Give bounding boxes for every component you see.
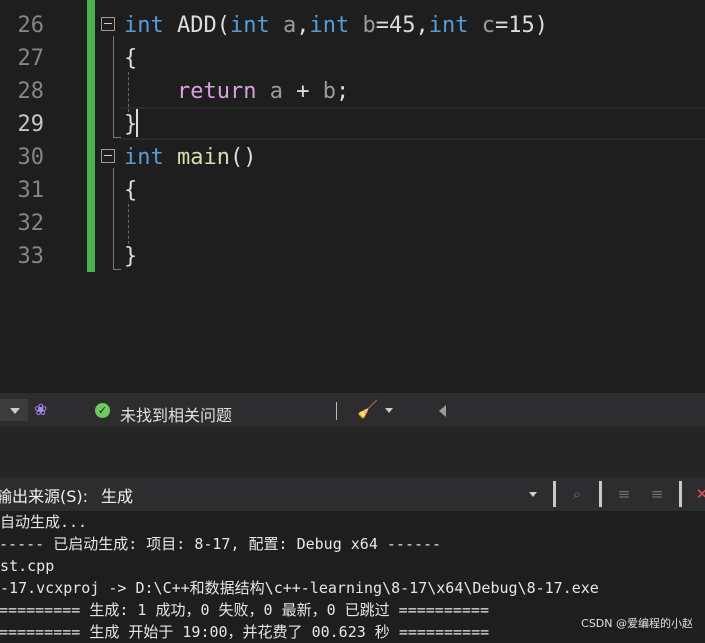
clear-all-icon[interactable]: ✕ bbox=[692, 483, 705, 505]
previous-message-icon[interactable]: ≡ bbox=[614, 483, 634, 505]
next-message-icon[interactable]: ≡ bbox=[647, 483, 667, 505]
output-line: ========== 生成 开始于 19:00，并花费了 00.623 秒 ==… bbox=[0, 623, 490, 641]
line-number: 33 bbox=[17, 244, 45, 269]
code-token: b bbox=[349, 13, 376, 38]
code-line[interactable]: int ADD(int a,int b=45,int c=15) bbox=[124, 9, 548, 42]
code-token: c bbox=[468, 13, 495, 38]
code-token: b bbox=[322, 79, 336, 104]
code-token: int bbox=[229, 13, 270, 38]
code-token: a bbox=[269, 13, 297, 38]
output-line: ========== 生成: 1 成功，0 失败，0 最新，0 已跳过 ====… bbox=[0, 601, 489, 619]
text-caret bbox=[136, 109, 138, 137]
scroll-left-icon[interactable] bbox=[439, 405, 446, 417]
issues-status[interactable]: 未找到相关问题 bbox=[120, 402, 232, 426]
output-toolbar: 输出来源(S): 生成 ⌕ ≡ ≡ ✕ bbox=[0, 477, 705, 511]
output-source-label: 输出来源(S): bbox=[0, 487, 89, 506]
code-token: { bbox=[124, 178, 138, 203]
code-cleanup-icon[interactable]: 🧹 bbox=[357, 400, 378, 420]
code-token: ADD( bbox=[163, 13, 230, 38]
collapse-main-icon[interactable] bbox=[101, 149, 115, 163]
zoom-dropdown[interactable] bbox=[0, 399, 28, 421]
code-line[interactable]: } bbox=[124, 240, 137, 273]
code-token: main bbox=[177, 145, 230, 170]
collapse-add-icon[interactable] bbox=[101, 17, 115, 31]
output-source-select[interactable]: 生成 bbox=[101, 483, 133, 507]
toolbar-separator bbox=[679, 481, 682, 507]
status-separator bbox=[336, 402, 337, 420]
code-token: =15) bbox=[494, 13, 548, 38]
code-line[interactable]: { bbox=[124, 42, 137, 75]
line-number: 26 bbox=[17, 13, 45, 38]
find-message-icon[interactable]: ⌕ bbox=[567, 483, 587, 505]
code-token: () bbox=[229, 145, 257, 170]
current-line-highlight bbox=[120, 107, 705, 140]
code-token: a bbox=[256, 79, 283, 104]
toolbar-separator bbox=[599, 481, 602, 507]
toolbar-separator bbox=[553, 481, 556, 507]
chevron-down-icon[interactable] bbox=[385, 408, 393, 413]
code-token: int bbox=[428, 13, 469, 38]
code-token: { bbox=[124, 46, 138, 71]
code-line[interactable]: int main() bbox=[124, 141, 256, 174]
change-tracking-bar bbox=[87, 0, 95, 272]
code-token: } bbox=[124, 244, 138, 269]
output-line: ------ 已启动生成: 项目: 8-17, 配置: Debug x64 --… bbox=[0, 535, 442, 553]
line-number: 29 bbox=[17, 112, 45, 137]
code-line[interactable]: { bbox=[124, 174, 137, 207]
code-token: ; bbox=[335, 79, 350, 104]
fold-guide-add bbox=[113, 36, 114, 138]
output-line: 自动生成... bbox=[0, 513, 88, 531]
line-number: 27 bbox=[17, 46, 45, 71]
watermark: CSDN @爱编程的小赵 bbox=[581, 617, 693, 630]
code-token: , bbox=[296, 13, 310, 38]
panel-splitter[interactable] bbox=[0, 427, 705, 477]
code-token: int bbox=[309, 13, 350, 38]
fold-guide-end-add bbox=[113, 137, 121, 138]
line-number: 31 bbox=[17, 178, 45, 203]
editor-status-bar: ❀ ✓ 未找到相关问题 🧹 bbox=[0, 393, 705, 427]
chevron-down-icon[interactable] bbox=[529, 492, 537, 497]
code-line[interactable]: return a + b; bbox=[124, 75, 349, 108]
line-number: 30 bbox=[17, 145, 45, 170]
output-window[interactable]: 自动生成... ------ 已启动生成: 项目: 8-17, 配置: Debu… bbox=[0, 511, 705, 641]
output-line: test.cpp bbox=[0, 557, 55, 575]
line-number: 32 bbox=[17, 211, 45, 236]
code-token: =45, bbox=[375, 13, 429, 38]
intellicode-icon[interactable]: ❀ bbox=[34, 401, 52, 419]
check-circle-icon: ✓ bbox=[95, 403, 110, 418]
indent-guide-main bbox=[128, 204, 129, 244]
fold-guide-end-main bbox=[113, 269, 121, 270]
output-line: 8-17.vcxproj -> D:\C++和数据结构\c++-learning… bbox=[0, 579, 599, 597]
code-token: return bbox=[176, 79, 257, 104]
code-editor[interactable]: 26 int ADD(int a,int b=45,int c=15) 27{28 … bbox=[0, 0, 705, 393]
line-number: 28 bbox=[17, 79, 45, 104]
code-token: int bbox=[124, 13, 164, 38]
code-token: int bbox=[124, 145, 164, 170]
fold-guide-main bbox=[113, 168, 114, 270]
code-token: + bbox=[282, 79, 323, 104]
